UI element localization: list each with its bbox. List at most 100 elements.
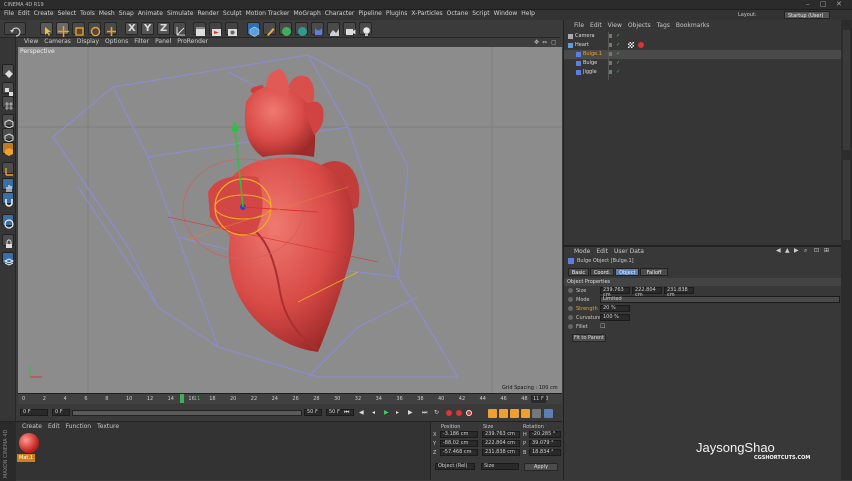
size-z-field[interactable]: 231.838 cm xyxy=(664,287,694,298)
size-y-field[interactable]: 222.804 cm xyxy=(632,287,662,298)
next-frame-icon[interactable]: ▸ xyxy=(396,409,399,417)
animate-property-icon[interactable] xyxy=(568,288,573,293)
spline-pen-button[interactable] xyxy=(263,22,276,36)
menu-script[interactable]: Script xyxy=(472,10,489,18)
texture-mode-button[interactable] xyxy=(2,82,14,96)
scale-tool-button[interactable] xyxy=(72,22,85,36)
search-icon[interactable]: ⌕ xyxy=(804,247,807,255)
viewport-menu-cameras[interactable]: Cameras xyxy=(44,38,71,46)
object-name[interactable]: Bulge.1 xyxy=(583,50,602,58)
scene-button[interactable] xyxy=(327,22,340,36)
tweak-mode-button[interactable] xyxy=(2,178,14,192)
menu-create[interactable]: Create xyxy=(34,10,54,18)
enable-check-icon[interactable]: ✓ xyxy=(616,59,620,67)
size-field[interactable]: 222.804 cm xyxy=(482,440,520,447)
loop-icon[interactable]: ↻ xyxy=(434,409,439,417)
go-to-end-icon[interactable]: ⏭ xyxy=(422,409,427,417)
points-mode-button[interactable] xyxy=(2,114,14,129)
animate-property-icon[interactable] xyxy=(568,315,573,320)
preview-end-field[interactable]: 50 F xyxy=(304,409,322,416)
polygons-mode-button[interactable] xyxy=(2,142,14,156)
material-menu-function[interactable]: Function xyxy=(66,423,92,431)
size-x-field[interactable]: 239.763 cm xyxy=(600,287,630,298)
menu-motion-tracker[interactable]: Motion Tracker xyxy=(246,10,290,18)
menu-mograph[interactable]: MoGraph xyxy=(294,10,321,18)
render-settings-button[interactable] xyxy=(225,22,238,36)
viewport-menu-display[interactable]: Display xyxy=(77,38,99,46)
object-row[interactable]: Jiggle ✓ xyxy=(564,68,842,77)
make-editable-button[interactable] xyxy=(2,64,14,78)
start-frame-field[interactable]: 0 F xyxy=(20,409,48,416)
viewport-menu-filter[interactable]: Filter xyxy=(134,38,149,46)
menu-plugins[interactable]: Plugins xyxy=(386,10,408,18)
y-axis-lock-button[interactable]: Y xyxy=(141,22,154,35)
forward-arrow-icon[interactable]: ▶ xyxy=(794,247,799,255)
back-arrow-icon[interactable]: ◀ xyxy=(776,247,781,255)
side-tab-content-browser[interactable] xyxy=(843,160,850,240)
snap-button[interactable] xyxy=(2,192,14,207)
material-tag-icon[interactable] xyxy=(638,42,644,48)
next-key-icon[interactable]: ▶ xyxy=(408,409,413,417)
object-menu-tags[interactable]: Tags xyxy=(657,22,670,30)
tab-falloff[interactable]: Falloff xyxy=(640,268,668,276)
menu-render[interactable]: Render xyxy=(197,10,218,18)
light-button[interactable] xyxy=(359,22,372,36)
menu-sculpt[interactable]: Sculpt xyxy=(223,10,242,18)
menu-pipeline[interactable]: Pipeline xyxy=(358,10,381,18)
object-name[interactable]: Jiggle xyxy=(583,68,597,76)
x-axis-lock-button[interactable]: X xyxy=(125,22,138,35)
object-row[interactable]: Camera ✓ xyxy=(564,32,842,41)
tab-object[interactable]: Object xyxy=(615,268,640,276)
object-menu-bookmarks[interactable]: Bookmarks xyxy=(676,22,710,30)
position-key-icon[interactable] xyxy=(488,409,497,418)
new-manager-icon[interactable]: ⊞ xyxy=(824,247,829,255)
animate-property-icon[interactable] xyxy=(568,297,573,302)
menu-character[interactable]: Character xyxy=(325,10,355,18)
object-name[interactable]: Camera xyxy=(575,32,595,40)
layout-select[interactable]: Startup (User) xyxy=(784,11,830,19)
point-level-key-icon[interactable] xyxy=(532,409,541,418)
material-menu-texture[interactable]: Texture xyxy=(97,423,119,431)
menu-snap[interactable]: Snap xyxy=(119,10,134,18)
texture-tag-icon[interactable] xyxy=(628,42,634,48)
apply-button[interactable]: Apply xyxy=(524,463,558,471)
zoom-icon[interactable]: ⇔ xyxy=(542,39,547,47)
material-menu-create[interactable]: Create xyxy=(22,423,42,431)
preview-start-field[interactable]: 0 F xyxy=(52,409,70,416)
prev-frame-icon[interactable]: ◂ xyxy=(372,409,375,417)
render-view-button[interactable] xyxy=(193,22,206,36)
record-keys-icon[interactable] xyxy=(446,410,452,416)
menu-help[interactable]: Help xyxy=(521,10,535,18)
viewport-menu-view[interactable]: View xyxy=(24,38,38,46)
go-to-start-icon[interactable]: ⏮ xyxy=(344,409,349,417)
edges-mode-button[interactable] xyxy=(2,128,14,143)
object-menu-file[interactable]: File xyxy=(574,22,584,30)
object-row[interactable]: Heart ✓ xyxy=(564,41,842,50)
object-name[interactable]: Heart xyxy=(575,41,589,49)
viewport-menu-prorender[interactable]: ProRender xyxy=(177,38,208,46)
array-button[interactable] xyxy=(295,22,308,36)
minimize-icon[interactable]: – xyxy=(806,0,810,8)
fit-to-parent-button[interactable]: Fit to Parent xyxy=(572,334,606,342)
mode-select[interactable]: Limited xyxy=(600,296,840,303)
solo-button[interactable] xyxy=(2,214,14,229)
subdivision-button[interactable] xyxy=(279,22,292,36)
workplane-button[interactable] xyxy=(2,96,14,110)
preview-range-slider[interactable] xyxy=(72,410,302,416)
prop-field-strength[interactable]: 20 % xyxy=(600,305,630,312)
position-field[interactable]: -88.02 cm xyxy=(440,440,478,447)
menu-edit[interactable]: Edit xyxy=(18,10,30,18)
viewport-menu-panel[interactable]: Panel xyxy=(155,38,171,46)
deformer-button[interactable] xyxy=(311,22,324,35)
position-field[interactable]: -57.468 cm xyxy=(440,449,478,456)
play-icon[interactable]: ▶ xyxy=(384,409,389,417)
scale-key-icon[interactable] xyxy=(499,409,508,418)
position-field[interactable]: -3.186 cm xyxy=(440,431,478,438)
menu-mesh[interactable]: Mesh xyxy=(99,10,115,18)
object-row[interactable]: Bulge ✓ xyxy=(564,59,842,68)
maximize-view-icon[interactable]: ▢ xyxy=(551,39,557,47)
move-tool-button[interactable] xyxy=(56,22,69,37)
parameter-key-icon[interactable] xyxy=(521,409,530,418)
playhead[interactable] xyxy=(180,394,184,403)
maximize-icon[interactable]: □ xyxy=(820,0,827,8)
